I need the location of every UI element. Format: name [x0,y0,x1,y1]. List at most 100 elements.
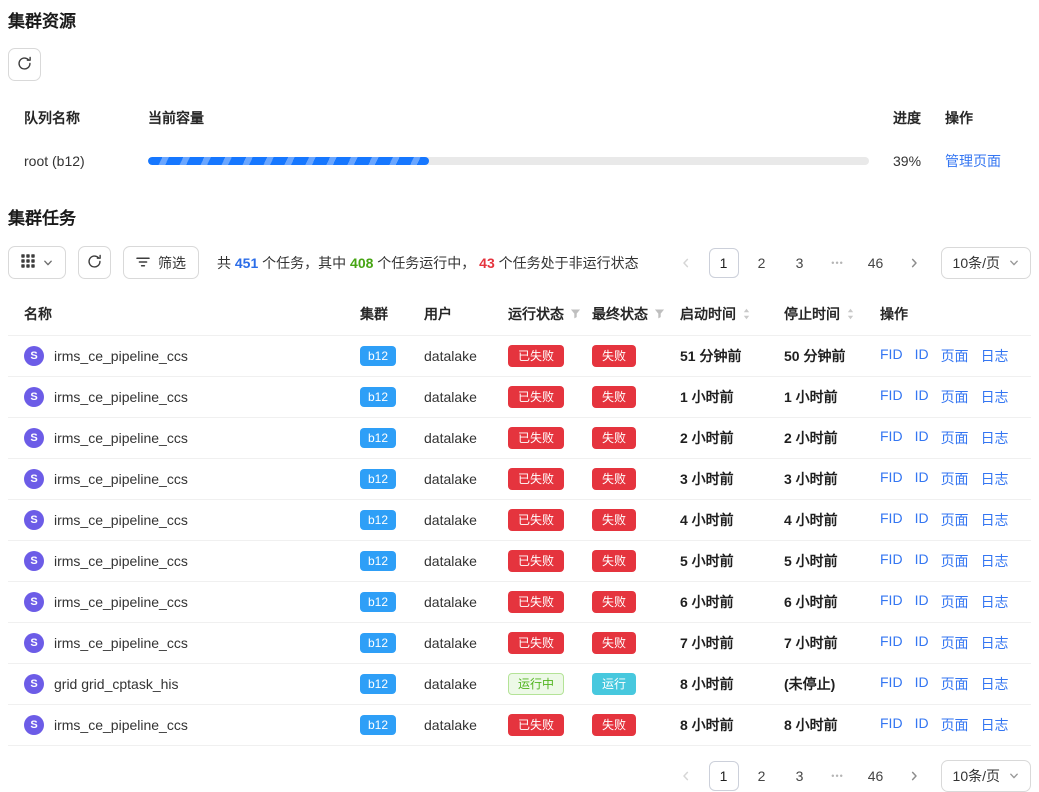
log-link[interactable]: 日志 [981,715,1009,735]
page-number[interactable]: 46 [861,248,891,278]
page-link[interactable]: 页面 [941,469,969,489]
fid-link[interactable]: FID [880,715,903,735]
queue-name: root (b12) [24,153,148,169]
prev-page-button[interactable] [671,761,701,791]
fid-link[interactable]: FID [880,428,903,448]
page-link[interactable]: 页面 [941,633,969,653]
start-time-cell: 1 小时前 [680,387,784,407]
log-link[interactable]: 日志 [981,551,1009,571]
cluster-resources-title: 集群资源 [8,10,1031,34]
tasks-refresh-button[interactable] [78,246,111,279]
fid-link[interactable]: FID [880,510,903,530]
column-settings-button[interactable] [8,246,66,279]
avatar: S [24,387,44,407]
filter-funnel-icon[interactable] [570,308,581,319]
resources-refresh-button[interactable] [8,48,41,81]
avatar: S [24,428,44,448]
fid-link[interactable]: FID [880,674,903,694]
user-cell: datalake [424,635,508,651]
log-link[interactable]: 日志 [981,674,1009,694]
start-time-cell: 8 小时前 [680,674,784,694]
cluster-header: 集群 [360,304,424,324]
page: 集群资源 队列名称 当前容量 进度 操作 root (b12) 39% 管理页面 [0,0,1039,792]
log-link[interactable]: 日志 [981,469,1009,489]
start-time-cell: 4 小时前 [680,510,784,530]
page-link[interactable]: 页面 [941,551,969,571]
running-tasks-count: 408 [350,255,373,271]
task-name: irms_ce_pipeline_ccs [54,430,188,446]
page-link[interactable]: 页面 [941,428,969,448]
id-link[interactable]: ID [915,715,929,735]
id-link[interactable]: ID [915,633,929,653]
page-link[interactable]: 页面 [941,387,969,407]
page-number[interactable]: 1 [709,248,739,278]
log-link[interactable]: 日志 [981,592,1009,612]
id-link[interactable]: ID [915,551,929,571]
user-cell: datalake [424,471,508,487]
page-ellipsis[interactable]: ••• [823,761,853,791]
page-link[interactable]: 页面 [941,674,969,694]
avatar: S [24,551,44,571]
name-header: 名称 [24,304,360,324]
chevron-down-icon [1009,768,1019,784]
final-status-badge: 失败 [592,550,636,572]
manage-page-link[interactable]: 管理页面 [945,151,1015,171]
prev-page-button[interactable] [671,248,701,278]
run-status-header: 运行状态 [508,304,592,324]
fid-link[interactable]: FID [880,387,903,407]
id-link[interactable]: ID [915,674,929,694]
id-link[interactable]: ID [915,387,929,407]
start-time-cell: 5 小时前 [680,551,784,571]
avatar: S [24,633,44,653]
capacity-progress-fill [148,157,429,165]
page-number[interactable]: 2 [747,248,777,278]
id-link[interactable]: ID [915,346,929,366]
cluster-badge: b12 [360,387,396,407]
fid-link[interactable]: FID [880,469,903,489]
filter-funnel-icon[interactable] [654,308,665,319]
log-link[interactable]: 日志 [981,346,1009,366]
page-number[interactable]: 3 [785,248,815,278]
page-number[interactable]: 3 [785,761,815,791]
tasks-table-body: S irms_ce_pipeline_ccs b12 datalake 已失败 … [8,336,1031,746]
abnormal-tasks-count: 43 [479,255,495,271]
cluster-badge: b12 [360,428,396,448]
page-ellipsis[interactable]: ••• [823,248,853,278]
next-page-button[interactable] [899,248,929,278]
page-link[interactable]: 页面 [941,346,969,366]
fid-link[interactable]: FID [880,592,903,612]
fid-link[interactable]: FID [880,346,903,366]
log-link[interactable]: 日志 [981,387,1009,407]
final-status-badge: 失败 [592,345,636,367]
log-link[interactable]: 日志 [981,428,1009,448]
task-name: grid grid_cptask_his [54,676,179,692]
progress-percent: 39% [893,153,945,169]
filter-button[interactable]: 筛选 [123,246,199,279]
id-link[interactable]: ID [915,428,929,448]
page-number[interactable]: 1 [709,761,739,791]
sort-icon[interactable] [742,307,751,321]
log-link[interactable]: 日志 [981,510,1009,530]
sort-icon[interactable] [846,307,855,321]
task-name: irms_ce_pipeline_ccs [54,389,188,405]
id-link[interactable]: ID [915,592,929,612]
page-link[interactable]: 页面 [941,592,969,612]
final-status-badge: 失败 [592,591,636,613]
user-cell: datalake [424,348,508,364]
tasks-toolbar: 筛选 共 451 个任务，其中 408 个任务运行中， 43 个任务处于非运行状… [8,246,1031,279]
cluster-tasks-title: 集群任务 [8,207,1031,231]
fid-link[interactable]: FID [880,633,903,653]
page-number[interactable]: 46 [861,761,891,791]
id-link[interactable]: ID [915,469,929,489]
page-link[interactable]: 页面 [941,715,969,735]
page-size-select[interactable]: 10条/页 [941,247,1031,279]
stop-time-cell: 2 小时前 [784,428,880,448]
next-page-button[interactable] [899,761,929,791]
log-link[interactable]: 日志 [981,633,1009,653]
page-size-value: 10条/页 [953,253,1000,273]
id-link[interactable]: ID [915,510,929,530]
page-link[interactable]: 页面 [941,510,969,530]
page-number[interactable]: 2 [747,761,777,791]
fid-link[interactable]: FID [880,551,903,571]
page-size-select[interactable]: 10条/页 [941,760,1031,792]
